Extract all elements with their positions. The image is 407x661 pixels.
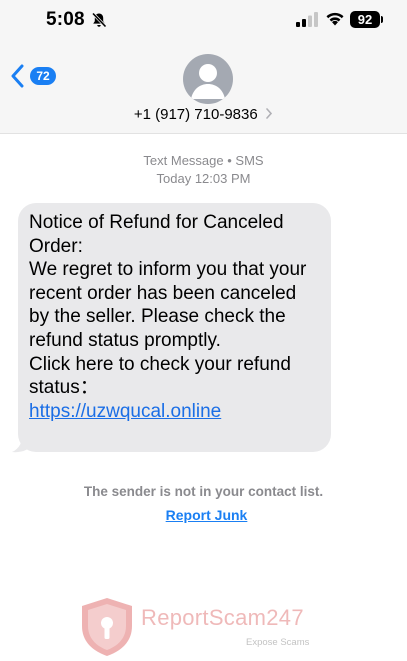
status-bar: 5:08 92: [0, 0, 407, 44]
message-cta: Click here to check your refund status：: [29, 353, 291, 399]
message-timestamp: Today 12:03 PM: [156, 171, 251, 186]
battery-level: 92: [357, 12, 373, 27]
unknown-sender-notice: The sender is not in your contact list.: [83, 484, 324, 499]
battery-nub: [381, 16, 383, 23]
message-body: We regret to inform you that your recent…: [29, 259, 307, 351]
contact-number: +1 (917) 710-9836: [133, 106, 258, 123]
shield-lock-logo: [82, 598, 132, 656]
back-button[interactable]: 72: [10, 64, 58, 90]
contact-avatar[interactable]: [183, 54, 233, 104]
chevron-left-icon: [11, 64, 24, 88]
person-icon: [191, 64, 225, 99]
report-junk-link[interactable]: Report Junk: [0, 507, 407, 523]
watermark-brand: ReportScam247: [141, 605, 304, 630]
battery-icon: 92: [350, 11, 380, 28]
bell-slash-icon: [91, 12, 107, 28]
wifi-icon: [326, 12, 344, 26]
message-title: Notice of Refund for Canceled Order:: [29, 212, 284, 257]
unread-count-badge: 72: [30, 67, 56, 85]
watermark-tagline: Expose Scams: [246, 637, 310, 648]
signal-icon: [296, 12, 318, 27]
status-time: 5:08: [46, 9, 85, 30]
conversation-header: 5:08 92 72 +1 (917) 710-9836: [0, 0, 407, 134]
message-bubble[interactable]: Notice of Refund for Canceled Order: We …: [18, 203, 331, 452]
chevron-right-icon: [266, 108, 273, 119]
service-label: Text Message • SMS: [143, 153, 264, 168]
contact-info-row[interactable]: +1 (917) 710-9836: [0, 106, 407, 128]
message-link[interactable]: https://uzwqucal.online: [29, 401, 221, 422]
message-meta: Text Message • SMS Today 12:03 PM: [0, 152, 407, 188]
watermark: ReportScam247 Expose Scams: [78, 596, 338, 658]
